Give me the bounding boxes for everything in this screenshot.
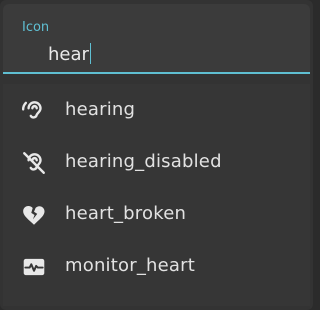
result-item-hearing-disabled[interactable]: hearing_disabled [3, 136, 310, 188]
icon-search-field[interactable]: Icon hear [3, 4, 310, 74]
result-item-monitor-heart[interactable]: monitor_heart [3, 240, 310, 292]
icon-field-label: Icon [22, 20, 50, 35]
result-label: hearing [65, 99, 136, 120]
icon-picker-panel: Icon hear hearing hearing_disabled heart… [0, 0, 313, 310]
field-underline [3, 72, 310, 74]
hearing-icon [21, 98, 47, 124]
result-label: monitor_heart [65, 255, 195, 276]
result-item-heart-broken[interactable]: heart_broken [3, 188, 310, 240]
text-caret [89, 43, 92, 64]
monitor-heart-icon [21, 254, 47, 280]
hearing-disabled-icon [21, 150, 47, 176]
result-label: heart_broken [65, 203, 187, 224]
result-label: hearing_disabled [65, 151, 222, 172]
icon-results-list: hearing hearing_disabled heart_broken mo… [3, 84, 310, 306]
result-item-hearing[interactable]: hearing [3, 84, 310, 136]
icon-search-input[interactable]: hear [48, 43, 92, 67]
heart-broken-icon [21, 202, 47, 228]
